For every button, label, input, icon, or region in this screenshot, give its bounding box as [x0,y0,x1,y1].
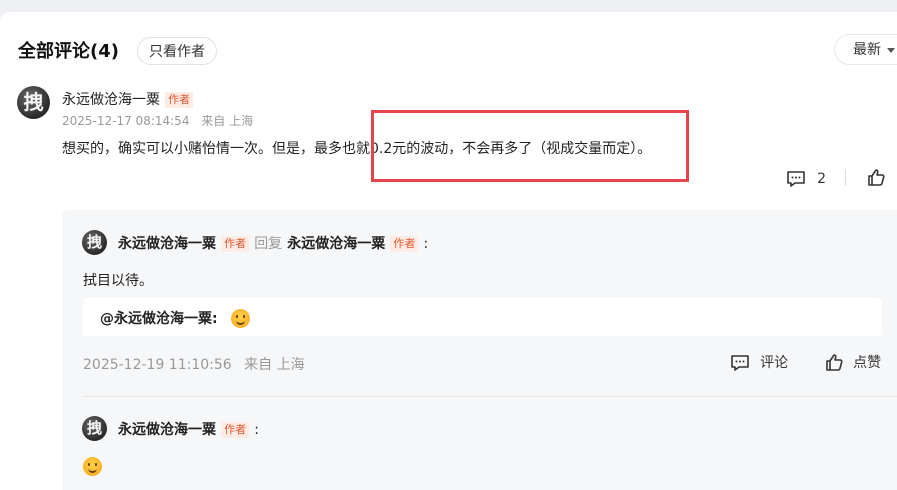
smile-emoji-icon [230,309,250,328]
reply-word: 回复 [254,236,283,252]
reply-target[interactable]: 永远做沧海一粟 [287,236,385,252]
sort-label: 最新 [853,42,881,58]
avatar[interactable]: 拽 [17,86,50,119]
thumbs-up-icon [868,169,885,186]
reply-author-line: 永远做沧海一粟 作者 : [118,419,259,439]
reply-author[interactable]: 永远做沧海一粟 [118,422,216,438]
reply-count-button[interactable]: 2 [786,168,826,189]
comment-icon [731,354,749,371]
avatar[interactable]: 拽 [82,416,107,441]
chevron-down-icon [887,47,895,53]
reply-text [83,456,102,476]
author-badge: 作者 [165,92,194,108]
comment-author[interactable]: 永远做沧海一粟 [62,92,160,108]
comment-location: 来自 上海 [201,114,254,128]
comment-label: 评论 [760,355,789,371]
reply-count: 2 [817,171,827,187]
reply-author[interactable]: 永远做沧海一粟 [118,236,216,252]
highlight-box [371,110,689,182]
reply-like-button[interactable]: 点赞 [824,352,881,373]
divider [845,170,846,186]
sort-dropdown[interactable]: 最新 [834,34,897,65]
reply-author-line: 永远做沧海一粟 作者 回复 永远做沧海一粟 作者 : [118,233,428,253]
comment-author-line: 永远做沧海一粟 作者 [62,89,194,109]
comment-icon [787,170,805,187]
reply-time: 2025-12-19 11:10:56 [83,357,232,373]
thumbs-up-icon [826,353,843,371]
reply-meta: 2025-12-19 11:10:56 来自 上海 [83,354,305,374]
comment-meta: 2025-12-17 08:14:54 来自 上海 [62,112,253,129]
comment-time: 2025-12-17 08:14:54 [62,114,190,128]
quoted-content: @永远做沧海一粟: [100,308,250,328]
reply-text: 拭目以待。 [83,273,153,289]
reply-location: 来自 上海 [244,357,305,373]
reply-divider [82,396,897,397]
author-badge: 作者 [221,422,250,438]
reply-comment-button[interactable]: 评论 [730,352,788,373]
quote-author[interactable]: @永远做沧海一粟: [100,311,218,327]
like-label: 点赞 [853,355,882,371]
author-only-button[interactable]: 只看作者 [137,37,217,65]
comments-title: 全部评论(4) [18,41,119,62]
like-button[interactable] [866,168,886,192]
smile-emoji-icon [83,457,102,476]
reply-colon: : [254,422,259,438]
author-badge: 作者 [390,236,419,252]
avatar[interactable]: 拽 [82,230,107,255]
reply-colon: : [423,236,429,252]
author-badge: 作者 [221,236,250,252]
